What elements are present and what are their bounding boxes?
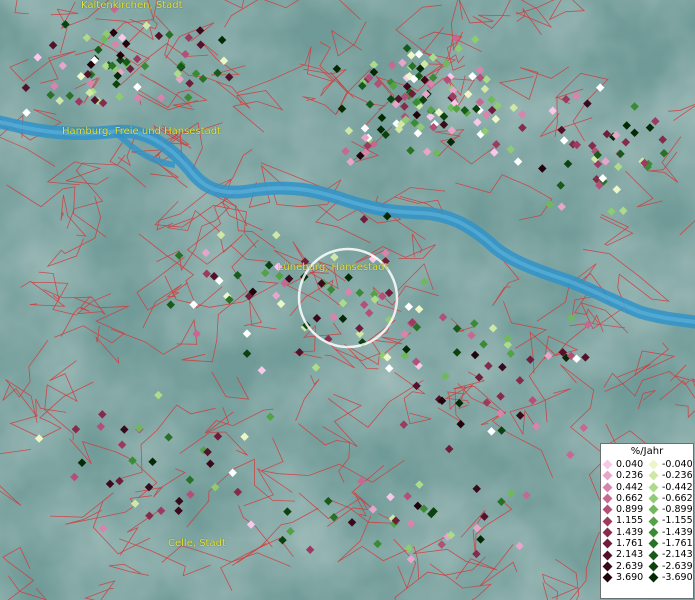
legend-value: -0.899 — [662, 504, 693, 516]
legend-entry-positive: 1.761 — [601, 538, 647, 549]
legend-swatch — [602, 482, 613, 493]
legend-swatch — [602, 561, 613, 572]
legend-entry-positive: 1.155 — [601, 515, 647, 526]
legend-swatch — [602, 527, 613, 538]
legend-value: -1.439 — [662, 526, 693, 538]
legend-entry-positive: 0.662 — [601, 493, 647, 504]
legend-value: -3.690 — [662, 571, 693, 583]
legend-swatch — [602, 550, 613, 560]
legend-swatch — [648, 527, 659, 538]
legend-entry-negative: -0.236 — [647, 470, 693, 481]
legend-row: 0.899 -0.899 — [601, 504, 693, 515]
legend-entry-negative: -1.155 — [647, 515, 693, 526]
legend-swatch — [648, 470, 659, 481]
legend-row: 1.761 -1.761 — [601, 538, 693, 549]
legend-value: -1.155 — [662, 515, 693, 527]
legend-entry-negative: -2.639 — [647, 561, 693, 572]
legend-swatch — [602, 572, 613, 583]
legend-value: 0.442 — [616, 481, 644, 493]
legend-value: 2.639 — [616, 560, 644, 572]
legend-swatch — [648, 493, 659, 504]
legend-swatch — [648, 459, 659, 470]
legend-value: -2.143 — [662, 549, 693, 561]
legend-entry-positive: 0.236 — [601, 470, 647, 481]
legend-entry-positive: 0.899 — [601, 504, 647, 515]
legend-row: 2.639 -2.639 — [601, 561, 693, 572]
legend-swatch — [648, 504, 659, 515]
legend-swatch — [648, 482, 659, 493]
legend-row: 2.143 -2.143 — [601, 549, 693, 560]
legend-entry-positive: 1.439 — [601, 527, 647, 538]
legend-swatch — [648, 561, 659, 572]
legend-value: -2.639 — [662, 560, 693, 572]
legend-row: 0.040 -0.040 — [601, 459, 693, 470]
legend-entry-negative: -0.442 — [647, 482, 693, 493]
legend-entry-positive: 2.143 — [601, 549, 647, 560]
legend-swatch — [602, 493, 613, 504]
legend-entry-negative: -3.690 — [647, 572, 693, 583]
legend-value: 0.899 — [616, 504, 644, 516]
legend-entry-negative: -0.662 — [647, 493, 693, 504]
legend-swatch — [602, 459, 613, 470]
legend-value: 1.761 — [616, 538, 644, 550]
legend-value: 1.439 — [616, 526, 644, 538]
legend-swatch — [648, 516, 659, 527]
legend-entry-positive: 3.690 — [601, 572, 647, 583]
legend-value: 0.236 — [616, 470, 644, 482]
legend-swatch — [648, 550, 659, 560]
legend-entry-positive: 2.639 — [601, 561, 647, 572]
legend-row: 0.662 -0.662 — [601, 493, 693, 504]
legend-value: -0.442 — [662, 481, 693, 493]
label-hamburg: Hamburg, Freie und Hansestadt — [62, 126, 221, 137]
legend-swatch — [602, 470, 613, 481]
legend-entry-positive: 0.040 — [601, 459, 647, 470]
basemap — [0, 0, 695, 600]
legend-swatch — [648, 572, 659, 583]
label-kaltenkirchen: Kaltenkirchen, Stadt — [81, 0, 183, 11]
legend-title: %/Jahr — [630, 446, 664, 457]
legend-value: 0.040 — [616, 459, 644, 470]
legend-swatch — [602, 538, 613, 549]
legend-value: 2.143 — [616, 549, 644, 561]
legend-value: 0.662 — [616, 492, 644, 504]
legend-value: 1.155 — [616, 515, 644, 527]
map-legend: %/Jahr 0.040 -0.040 0.236 -0.236 0.442 -0.442… — [600, 443, 694, 599]
legend-swatch — [602, 504, 613, 515]
legend-row: 0.236 -0.236 — [601, 470, 693, 481]
legend-value: 3.690 — [616, 571, 644, 583]
terrain-texture — [0, 0, 695, 600]
legend-rows: 0.040 -0.040 0.236 -0.236 0.442 -0.442 0.662 -0… — [601, 459, 693, 583]
legend-row: 0.442 -0.442 — [601, 482, 693, 493]
legend-row: 3.690 -3.690 — [601, 572, 693, 583]
legend-value: -0.236 — [662, 470, 693, 482]
legend-value: -0.040 — [662, 459, 693, 470]
legend-entry-negative: -2.143 — [647, 549, 693, 560]
label-lueneburg: Lüneburg, Hansestadt — [278, 262, 389, 273]
label-celle: Celle, Stadt — [168, 538, 226, 549]
legend-swatch — [602, 516, 613, 527]
legend-swatch — [648, 538, 659, 549]
legend-entry-negative: -0.040 — [647, 459, 693, 470]
legend-value: -1.761 — [662, 538, 693, 550]
map-view[interactable]: Kaltenkirchen, Stadt Hamburg, Freie und … — [0, 0, 695, 600]
legend-value: -0.662 — [662, 492, 693, 504]
legend-entry-positive: 0.442 — [601, 482, 647, 493]
legend-entry-negative: -1.439 — [647, 527, 693, 538]
legend-entry-negative: -1.761 — [647, 538, 693, 549]
legend-row: 1.155 -1.155 — [601, 515, 693, 526]
legend-row: 1.439 -1.439 — [601, 527, 693, 538]
legend-entry-negative: -0.899 — [647, 504, 693, 515]
